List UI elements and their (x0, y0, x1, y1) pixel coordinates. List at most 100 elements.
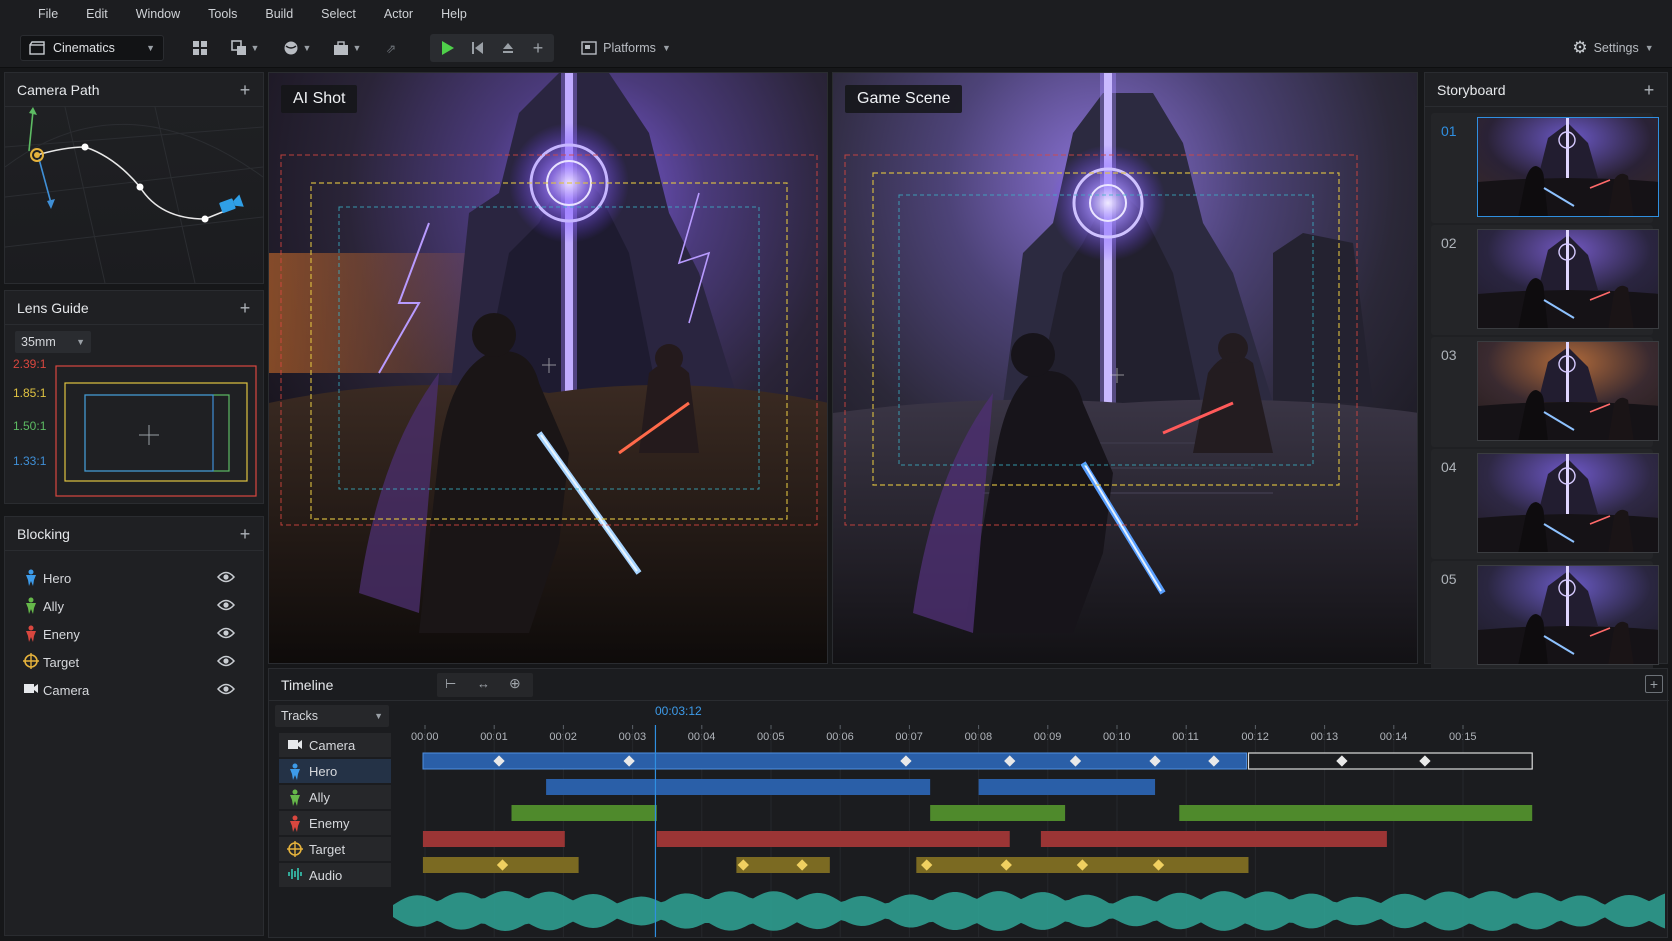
mode-dropdown[interactable]: Cinematics ▼ (20, 35, 164, 61)
lens-dropdown[interactable]: 35mm ▼ (15, 331, 91, 353)
content-button[interactable]: ▼ (330, 35, 364, 61)
menu-select[interactable]: Select (307, 7, 370, 21)
shot-thumbnail[interactable] (1477, 229, 1659, 329)
camera-path-panel: Camera Path + (4, 72, 264, 284)
eye-icon[interactable] (216, 598, 236, 614)
snap-target-icon[interactable]: ⊕ (509, 675, 521, 692)
audio-clip[interactable] (736, 857, 830, 873)
ratio-185[interactable]: 1.85:1 (13, 386, 46, 400)
frame-239 (55, 365, 257, 497)
hero-clip[interactable] (422, 752, 1247, 770)
track-audio[interactable]: Audio (279, 863, 391, 887)
trim-left-icon[interactable]: ⊢ (445, 676, 456, 692)
shot-thumbnail[interactable] (1477, 341, 1659, 441)
camera-path-header: Camera Path + (5, 73, 263, 107)
mode-label: Cinematics (53, 41, 115, 55)
storyboard-shot-02[interactable]: 02 (1431, 225, 1659, 335)
game-scene-viewport[interactable]: Game Scene (832, 72, 1418, 664)
target-clip[interactable] (1040, 831, 1387, 847)
track-enemy[interactable]: Enemy (279, 811, 391, 835)
camera-path-viewport[interactable] (5, 107, 263, 283)
shot-number: 04 (1441, 459, 1457, 475)
expand-icon[interactable]: + (1645, 675, 1663, 693)
split-icon[interactable]: ↔ (477, 676, 490, 691)
settings-dropdown[interactable]: ⚙ Settings ▼ (1568, 35, 1658, 61)
menu-file[interactable]: File (24, 7, 72, 21)
step-back-button[interactable] (466, 35, 490, 61)
enemy-clip[interactable] (1179, 805, 1533, 821)
play-button[interactable] (436, 35, 460, 61)
menu-help[interactable]: Help (427, 7, 481, 21)
ai-shot-label: AI Shot (281, 85, 358, 113)
blocking-item-camera[interactable]: Camera (13, 677, 257, 703)
menu-build[interactable]: Build (251, 7, 307, 21)
platforms-dropdown[interactable]: Platforms ▼ (578, 35, 674, 61)
ratio-150[interactable]: 1.50:1 (13, 419, 46, 433)
tracks-dropdown[interactable]: Tracks ▼ (275, 705, 389, 727)
menu-tools[interactable]: Tools (194, 7, 251, 21)
track-label: Target (309, 841, 346, 857)
add-icon[interactable]: + (235, 298, 255, 318)
menu-edit[interactable]: Edit (72, 7, 122, 21)
enemy-clip[interactable] (511, 805, 657, 821)
track-ally[interactable]: Ally (279, 785, 391, 809)
transform-button[interactable]: ▼ (228, 35, 262, 61)
blocking-item-hero[interactable]: Hero (13, 565, 257, 591)
track-hero[interactable]: Hero (279, 759, 391, 783)
frame-150 (84, 394, 230, 472)
chevron-down-icon: ▼ (661, 43, 671, 53)
ally-clip[interactable] (978, 779, 1156, 795)
ai-shot-viewport[interactable]: AI Shot (268, 72, 828, 664)
platforms-label: Platforms (603, 41, 656, 55)
person-icon (287, 763, 303, 780)
shot-thumbnail[interactable] (1477, 453, 1659, 553)
add-icon[interactable]: + (1639, 80, 1659, 100)
ratio-239[interactable]: 2.39:1 (13, 357, 46, 371)
grid-icon (193, 41, 207, 55)
track-label: Enemy (309, 815, 350, 831)
menu-actor[interactable]: Actor (370, 7, 427, 21)
add-button[interactable]: + (526, 35, 550, 61)
camera-icon (287, 737, 303, 753)
ally-clip[interactable] (546, 779, 931, 795)
snap-button[interactable]: ▼ (280, 35, 314, 61)
shot-thumbnail[interactable] (1477, 117, 1659, 217)
target-clip[interactable] (422, 831, 565, 847)
timeline-tracks-area[interactable] (393, 725, 1665, 937)
lens-guide-title: Lens Guide (17, 299, 89, 316)
storyboard-shot-04[interactable]: 04 (1431, 449, 1659, 559)
blocking-item-label: Ally (43, 598, 64, 614)
shot-thumbnail[interactable] (1477, 565, 1659, 665)
track-camera[interactable]: Camera (279, 733, 391, 757)
layout-button[interactable] (190, 35, 210, 61)
add-icon[interactable]: + (235, 80, 255, 100)
toolbar: Cinematics ▼ ▼ ▼ ▼ ⇗ + Platforms ▼ ⚙ Set… (0, 28, 1672, 68)
menu-window[interactable]: Window (122, 7, 194, 21)
eye-icon[interactable] (216, 654, 236, 670)
track-target[interactable]: Target (279, 837, 391, 861)
audio-waveform (393, 891, 1665, 931)
add-icon[interactable]: + (235, 524, 255, 544)
path-point[interactable] (136, 183, 144, 191)
blocking-item-eneny[interactable]: Eneny (13, 621, 257, 647)
more-button[interactable]: ⇗ (384, 35, 398, 61)
track-label: Audio (309, 867, 343, 883)
blocking-panel: Blocking + Hero Ally Eneny Target Camera (4, 516, 264, 936)
enemy-clip[interactable] (930, 805, 1066, 821)
storyboard-shot-03[interactable]: 03 (1431, 337, 1659, 447)
eye-icon[interactable] (216, 682, 236, 698)
target-clip[interactable] (656, 831, 1010, 847)
hero-clip-selected[interactable] (1247, 752, 1533, 770)
path-point[interactable] (81, 143, 89, 151)
storyboard-shot-01[interactable]: 01 (1431, 113, 1659, 223)
path-point[interactable] (201, 215, 209, 223)
eject-button[interactable] (496, 35, 520, 61)
step-back-icon (472, 42, 483, 54)
blocking-item-target[interactable]: Target (13, 649, 257, 675)
eye-icon[interactable] (216, 626, 236, 642)
target-icon (23, 653, 41, 671)
eye-icon[interactable] (216, 570, 236, 586)
storyboard-shot-05[interactable]: 05 (1431, 561, 1659, 671)
ratio-133[interactable]: 1.33:1 (13, 454, 46, 468)
blocking-item-ally[interactable]: Ally (13, 593, 257, 619)
